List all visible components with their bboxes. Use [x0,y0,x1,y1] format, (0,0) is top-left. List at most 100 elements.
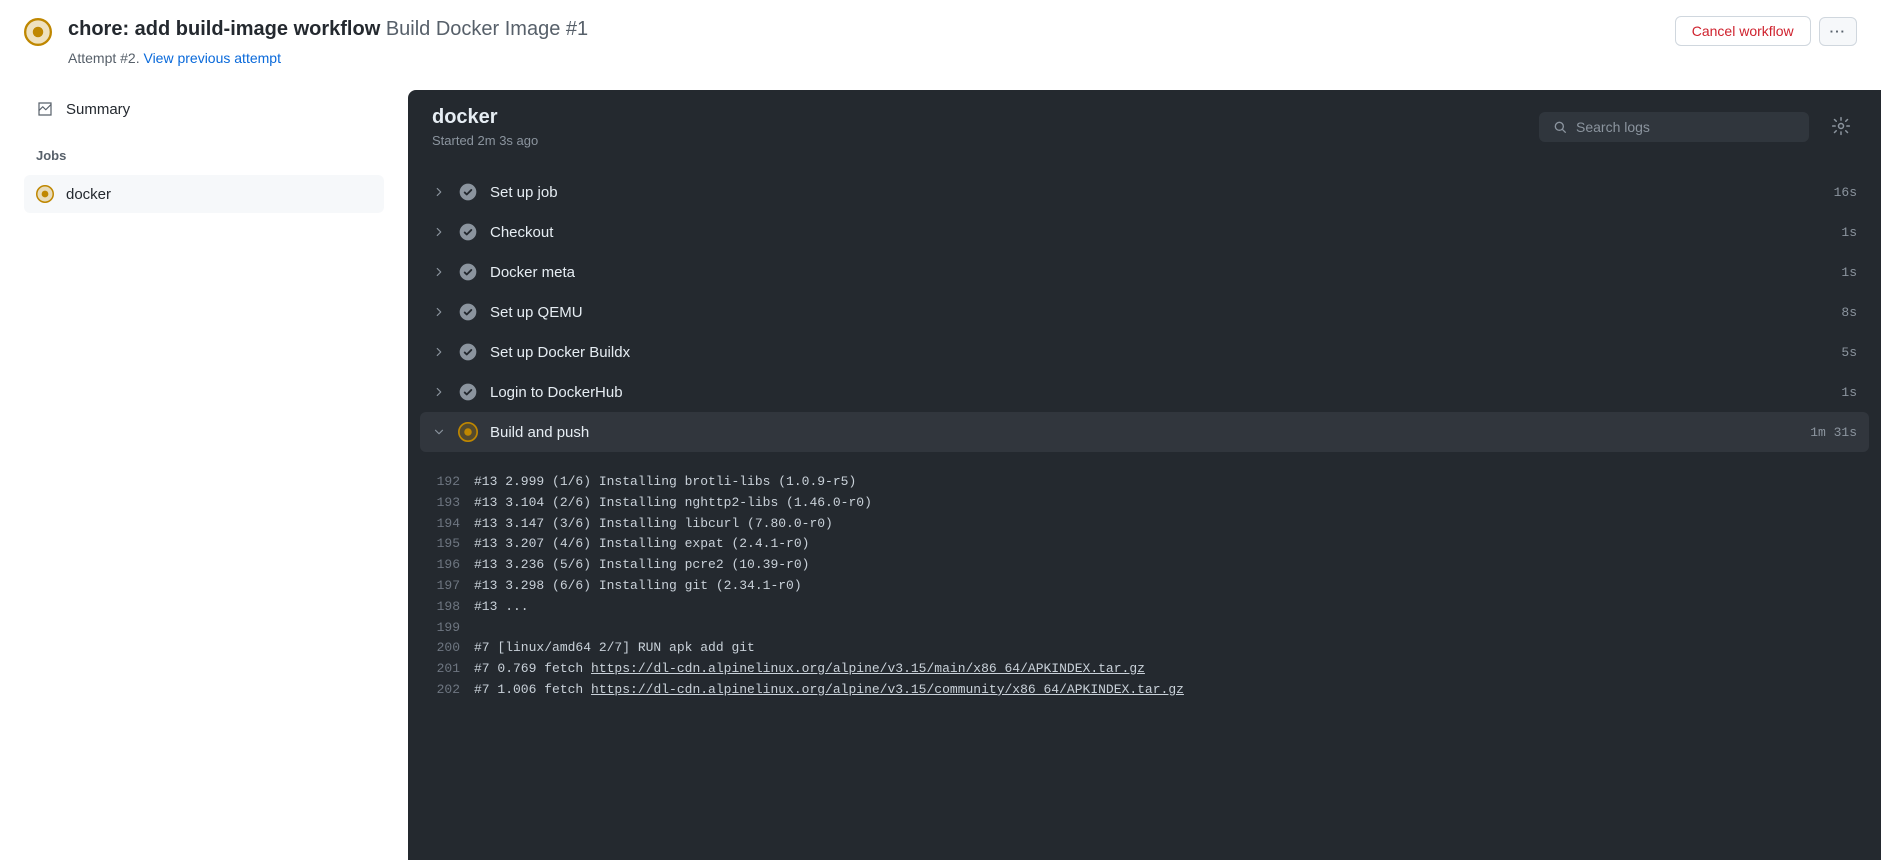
step-name: Set up QEMU [490,304,1829,321]
log-line-number: 199 [428,618,474,639]
log-line-number: 193 [428,493,474,514]
step-status-icon [458,222,478,242]
log-line: 195#13 3.207 (4/6) Installing expat (2.4… [408,534,1881,555]
log-line-text: #13 3.236 (5/6) Installing pcre2 (10.39-… [474,555,809,576]
log-link[interactable]: https://dl-cdn.alpinelinux.org/alpine/v3… [591,682,1184,697]
log-output: 192#13 2.999 (1/6) Installing brotli-lib… [408,460,1881,701]
attempt-label: Attempt #2. [68,50,140,66]
sidebar-job-docker[interactable]: docker [24,175,384,213]
log-line: 198#13 ... [408,597,1881,618]
step-duration: 1m 31s [1810,425,1857,440]
log-line-number: 198 [428,597,474,618]
log-line: 201#7 0.769 fetch https://dl-cdn.alpinel… [408,659,1881,680]
log-line-text: #7 [linux/amd64 2/7] RUN apk add git [474,638,755,659]
step-row[interactable]: Checkout 1s [420,212,1869,252]
step-status-icon [458,342,478,362]
log-line-text: #7 0.769 fetch https://dl-cdn.alpinelinu… [474,659,1145,680]
log-line-number: 196 [428,555,474,576]
job-started-label: Started 2m 3s ago [432,133,1523,148]
job-panel: docker Started 2m 3s ago Set up job 16s Ch… [408,90,1881,860]
job-status-icon [36,185,54,203]
steps-list: Set up job 16s Checkout 1s Docker meta 1s Set … [408,164,1881,460]
title-workflow: Build Docker Image #1 [386,18,588,40]
summary-icon [36,100,54,118]
log-line-number: 201 [428,659,474,680]
panel-header: docker Started 2m 3s ago [408,90,1881,164]
chevron-icon [432,265,446,279]
sidebar: Summary Jobs docker [24,90,384,213]
step-status-icon [458,182,478,202]
log-line-number: 202 [428,680,474,701]
step-row[interactable]: Build and push 1m 31s [420,412,1869,452]
step-duration: 8s [1841,305,1857,320]
chevron-icon [432,185,446,199]
log-line-text: #13 3.207 (4/6) Installing expat (2.4.1-… [474,534,809,555]
log-line: 200#7 [linux/amd64 2/7] RUN apk add git [408,638,1881,659]
log-line-text: #13 3.147 (3/6) Installing libcurl (7.80… [474,514,833,535]
log-settings-button[interactable] [1825,110,1857,145]
log-line-text: #13 3.104 (2/6) Installing nghttp2-libs … [474,493,872,514]
sidebar-jobs-heading: Jobs [24,128,384,175]
sidebar-job-label: docker [66,186,111,203]
step-duration: 16s [1834,185,1857,200]
log-line: 196#13 3.236 (5/6) Installing pcre2 (10.… [408,555,1881,576]
title-commit: chore: add build-image workflow [68,18,380,40]
log-line-number: 197 [428,576,474,597]
search-icon [1552,119,1568,135]
log-line-number: 194 [428,514,474,535]
chevron-icon [432,385,446,399]
step-duration: 1s [1841,225,1857,240]
more-actions-button[interactable]: ··· [1819,17,1857,46]
log-search-box[interactable] [1539,112,1809,142]
log-line-number: 200 [428,638,474,659]
title-block: chore: add build-image workflow Build Do… [68,16,1659,66]
body-layout: Summary Jobs docker docker Started 2m 3s… [0,66,1881,860]
job-title: docker [432,106,1523,129]
step-name: Docker meta [490,264,1829,281]
log-line-text: #13 3.298 (6/6) Installing git (2.34.1-r… [474,576,802,597]
step-duration: 1s [1841,385,1857,400]
log-line: 197#13 3.298 (6/6) Installing git (2.34.… [408,576,1881,597]
attempt-subtitle: Attempt #2. View previous attempt [68,50,1659,66]
log-link[interactable]: https://dl-cdn.alpinelinux.org/alpine/v3… [591,661,1145,676]
log-line: 199 [408,618,1881,639]
log-line: 202#7 1.006 fetch https://dl-cdn.alpinel… [408,680,1881,701]
log-search-input[interactable] [1576,119,1796,135]
log-line-text: #13 2.999 (1/6) Installing brotli-libs (… [474,472,856,493]
step-duration: 1s [1841,265,1857,280]
step-name: Build and push [490,424,1798,441]
chevron-icon [432,425,446,439]
step-row[interactable]: Docker meta 1s [420,252,1869,292]
page-title: chore: add build-image workflow Build Do… [68,16,1659,42]
log-line-number: 195 [428,534,474,555]
step-row[interactable]: Set up Docker Buildx 5s [420,332,1869,372]
log-line: 193#13 3.104 (2/6) Installing nghttp2-li… [408,493,1881,514]
gear-icon [1831,116,1851,136]
log-line-text: #13 ... [474,597,529,618]
step-name: Set up Docker Buildx [490,344,1829,361]
log-line-text: #7 1.006 fetch https://dl-cdn.alpinelinu… [474,680,1184,701]
page-header: chore: add build-image workflow Build Do… [0,0,1881,66]
cancel-workflow-button[interactable]: Cancel workflow [1675,16,1811,46]
chevron-icon [432,305,446,319]
header-actions: Cancel workflow ··· [1675,16,1857,46]
sidebar-item-summary[interactable]: Summary [24,90,384,128]
chevron-icon [432,225,446,239]
log-line-number: 192 [428,472,474,493]
step-row[interactable]: Login to DockerHub 1s [420,372,1869,412]
step-status-icon [458,422,478,442]
step-row[interactable]: Set up QEMU 8s [420,292,1869,332]
step-status-icon [458,302,478,322]
step-duration: 5s [1841,345,1857,360]
prev-attempt-link[interactable]: View previous attempt [143,50,280,66]
step-name: Login to DockerHub [490,384,1829,401]
step-status-icon [458,382,478,402]
workflow-status-icon [24,18,52,46]
sidebar-item-label: Summary [66,101,130,118]
step-name: Set up job [490,184,1822,201]
step-name: Checkout [490,224,1829,241]
step-row[interactable]: Set up job 16s [420,172,1869,212]
log-line: 194#13 3.147 (3/6) Installing libcurl (7… [408,514,1881,535]
step-status-icon [458,262,478,282]
log-line: 192#13 2.999 (1/6) Installing brotli-lib… [408,472,1881,493]
